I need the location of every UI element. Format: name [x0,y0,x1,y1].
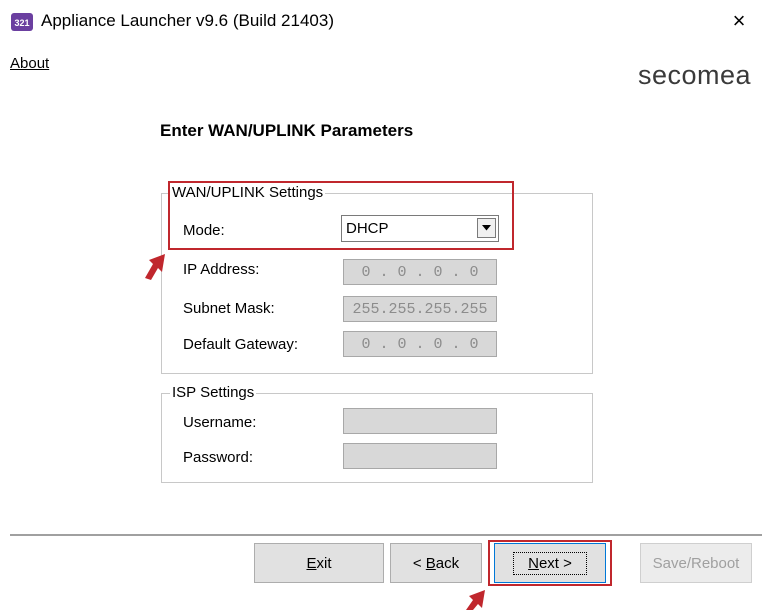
mode-select[interactable]: DHCP [341,215,499,242]
mode-label: Mode: [183,222,225,239]
wan-settings-legend: WAN/UPLINK Settings [170,184,326,201]
isp-settings-group [161,393,593,483]
ip-address-label: IP Address: [183,261,260,278]
back-button[interactable]: < Back [390,543,482,583]
save-reboot-button[interactable]: Save/Reboot [640,543,752,583]
isp-settings-legend: ISP Settings [170,384,257,401]
app-icon: 321 [11,13,33,31]
next-button[interactable]: Next > [494,543,606,583]
subnet-mask-label: Subnet Mask: [183,300,275,317]
exit-label: Exit [306,554,332,572]
close-icon[interactable]: × [733,8,746,34]
annotation-arrow-icon [145,254,165,280]
app-icon-label: 321 [14,18,29,28]
annotation-arrow-icon [466,590,485,610]
footer-separator [10,534,762,537]
chevron-down-icon [482,225,491,231]
username-field[interactable] [343,408,497,434]
ip-address-field[interactable]: 0 . 0 . 0 . 0 [343,259,497,285]
username-label: Username: [183,414,257,431]
exit-button[interactable]: Exit [254,543,384,583]
back-label: < Back [412,554,460,572]
default-gateway-field[interactable]: 0 . 0 . 0 . 0 [343,331,497,357]
title-bar: 321 Appliance Launcher v9.6 (Build 21403… [0,0,762,42]
dropdown-button[interactable] [477,218,496,238]
password-field[interactable] [343,443,497,469]
secomea-logo: secomea [638,60,752,90]
about-link[interactable]: About [10,55,49,72]
mode-select-value: DHCP [346,220,389,237]
next-label: Next > [513,551,587,575]
subnet-mask-field[interactable]: 255.255.255.255 [343,296,497,322]
page-title: Enter WAN/UPLINK Parameters [160,121,414,140]
close-button[interactable]: × [716,0,762,42]
password-label: Password: [183,449,254,466]
window-title: Appliance Launcher v9.6 (Build 21403) [41,11,334,30]
logo-text: secomea [638,60,752,90]
default-gateway-label: Default Gateway: [183,336,299,353]
